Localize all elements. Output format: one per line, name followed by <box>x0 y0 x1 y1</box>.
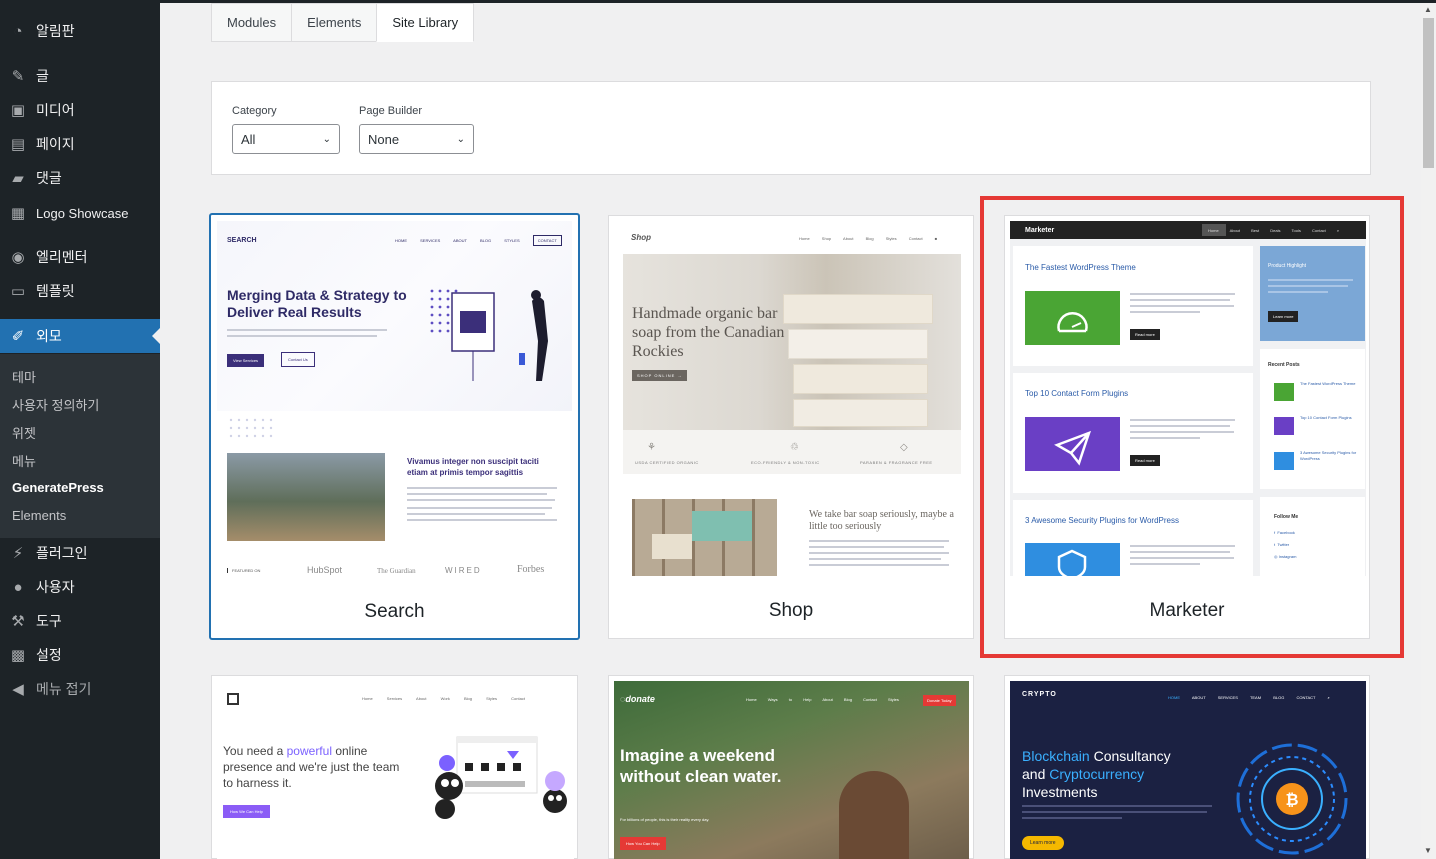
thumbnail-donate: ◌donate Home Ways to Help About Blog Con… <box>614 681 969 859</box>
red-highlight-annotation <box>980 196 1404 658</box>
wrench-icon: ⚒ <box>11 613 25 630</box>
sidebar-item-logo-showcase[interactable]: ▦ Logo Showcase <box>0 196 160 230</box>
comment-icon: ▰ <box>12 170 24 187</box>
sidebar-item-elementor[interactable]: ◉ 엘리멘터 <box>0 240 160 274</box>
sidebar-item-settings[interactable]: ▩ 설정 <box>0 638 160 672</box>
category-label: Category <box>232 105 277 117</box>
sidebar-item-media[interactable]: ▣ 미디어 <box>0 93 160 127</box>
sidebar-item-templates[interactable]: ▭ 템플릿 <box>0 274 160 308</box>
settings-icon: ▩ <box>10 647 26 664</box>
submenu-item-widgets[interactable]: 위젯 <box>12 423 36 442</box>
square-logo-icon <box>227 693 239 705</box>
sidebar-item-users[interactable]: ● 사용자 <box>0 570 160 604</box>
agency-headline: You need a powerful online presence and … <box>223 744 400 790</box>
page-icon: ▤ <box>10 136 26 153</box>
submenu-item-customize[interactable]: 사용자 정의하기 <box>12 395 99 414</box>
leaf-icon: ⚘ <box>647 442 656 453</box>
images-icon: ▦ <box>10 205 26 222</box>
sidebar-item-pages[interactable]: ▤ 페이지 <box>0 127 160 161</box>
thumbnail-search: SEARCH HOME SERVICES ABOUT BLOG STYLES C… <box>217 221 572 577</box>
thumbnail-crypto: CRYPTO HOME ABOUT SERVICES TEAM BLOG CON… <box>1010 681 1366 859</box>
preview-nav: Home Services About Work Blog Styles Con… <box>362 696 525 701</box>
dashboard-icon: ◔ <box>13 22 23 40</box>
submenu-item-themes[interactable]: 테마 <box>12 367 36 386</box>
thumbnail-agency: Home Services About Work Blog Styles Con… <box>217 681 574 859</box>
scroll-down-arrow-icon[interactable]: ▼ <box>1424 846 1432 855</box>
child-photo <box>839 771 909 859</box>
user-icon: ● <box>13 578 23 596</box>
page-builder-label: Page Builder <box>359 105 422 117</box>
svg-text:₿: ₿ <box>1285 791 1298 809</box>
scroll-up-arrow-icon[interactable]: ▲ <box>1424 5 1432 14</box>
media-icon: ▣ <box>10 102 26 119</box>
preview-nav: HOME ABOUT SERVICES TEAM BLOG CONTACT ⌕ <box>1168 695 1330 700</box>
monster-illustration <box>435 736 567 819</box>
site-card-crypto[interactable]: CRYPTO HOME ABOUT SERVICES TEAM BLOG CON… <box>1004 675 1370 859</box>
sidebar-item-posts[interactable]: ✎ 글 <box>0 59 160 93</box>
chevron-down-icon: ⌄ <box>456 133 465 145</box>
soap-stack-photo <box>632 499 777 576</box>
preview-nav: Home Ways to Help About Blog Contact Sty… <box>746 697 899 702</box>
sidebar-item-comments[interactable]: ▰ 댓글 <box>0 161 160 195</box>
card-title: Shop <box>768 600 814 621</box>
illustration-dots <box>430 289 548 381</box>
site-card-donate[interactable]: ◌donate Home Ways to Help About Blog Con… <box>608 675 974 859</box>
scrollbar-thumb[interactable] <box>1423 18 1434 168</box>
admin-sidebar: ◔ 알림판 ✎ 글 ▣ 미디어 ▤ 페이지 ▰ 댓글 ▦ Logo Showcase ◉ 엘리… <box>0 0 160 859</box>
sidebar-item-dashboard[interactable]: ◔ 알림판 <box>0 14 160 48</box>
preview-nav: Home Shop About Blog Styles Contact ■ <box>799 236 938 241</box>
site-card-shop[interactable]: Shop Home Shop About Blog Styles Contact… <box>608 215 974 639</box>
tab-site-library[interactable]: Site Library <box>376 3 475 42</box>
tab-elements[interactable]: Elements <box>291 3 377 42</box>
brush-icon: ✐ <box>11 328 25 345</box>
page-scrollbar[interactable]: ▲ ▼ <box>1421 3 1436 859</box>
pin-icon: ✎ <box>11 68 25 85</box>
appearance-submenu: 테마 사용자 정의하기 위젯 메뉴 GeneratePress Elements <box>0 354 160 538</box>
collapse-menu-button[interactable]: ◀ 메뉴 접기 <box>0 672 160 706</box>
card-title: Search <box>364 601 425 622</box>
eco-icon: ♲ <box>790 442 799 453</box>
site-card-agency[interactable]: Home Services About Work Blog Styles Con… <box>211 675 578 859</box>
preview-nav: HOME SERVICES ABOUT BLOG STYLES CONTACT <box>395 235 562 246</box>
thumbnail-shop: Shop Home Shop About Blog Styles Contact… <box>617 224 967 576</box>
bitcoin-ring-illustration: ₿ <box>1236 743 1348 855</box>
sidebar-item-appearance[interactable]: ✐ 외모 <box>0 319 160 353</box>
drop-icon: ◇ <box>900 442 908 453</box>
chevron-down-icon: ⌄ <box>322 133 331 145</box>
elementor-icon: ◉ <box>11 249 25 266</box>
submenu-item-menus[interactable]: 메뉴 <box>12 451 36 470</box>
page-builder-select[interactable]: None ⌄ <box>359 124 474 154</box>
tab-modules[interactable]: Modules <box>211 3 292 42</box>
office-photo <box>227 453 385 541</box>
category-select[interactable]: All ⌄ <box>232 124 340 154</box>
site-card-search[interactable]: SEARCH HOME SERVICES ABOUT BLOG STYLES C… <box>209 213 580 640</box>
filter-panel: Category All ⌄ Page Builder None ⌄ <box>211 81 1371 175</box>
sidebar-item-plugins[interactable]: ⚡ 플러그인 <box>0 536 160 570</box>
folder-icon: ▭ <box>10 283 26 300</box>
collapse-arrow-icon: ◀ <box>12 681 24 698</box>
plugin-icon: ⚡ <box>12 545 24 562</box>
submenu-item-generatepress[interactable]: GeneratePress <box>12 480 104 495</box>
crypto-headline: Blockchain Consultancy and Cryptocurrency… <box>1022 748 1171 800</box>
submenu-item-elements[interactable]: Elements <box>12 508 66 523</box>
tab-bar: Modules Elements Site Library <box>211 3 475 42</box>
sidebar-item-tools[interactable]: ⚒ 도구 <box>0 604 160 638</box>
donate-logo: ◌donate <box>620 694 655 704</box>
